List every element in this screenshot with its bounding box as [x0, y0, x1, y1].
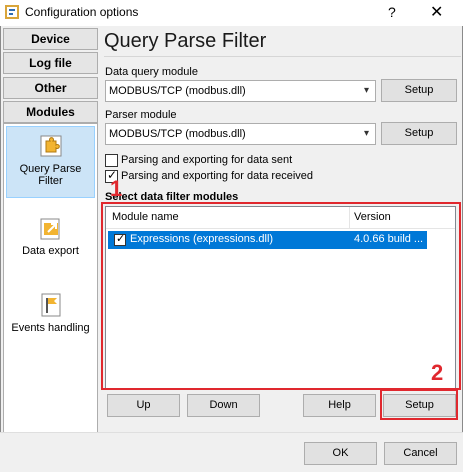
check-data-received-label: Parsing and exporting for data received: [121, 170, 314, 182]
title-divider: [104, 56, 461, 57]
export-icon: [40, 218, 59, 240]
puzzle-icon: [40, 135, 61, 157]
chevron-down-icon: ▾: [363, 85, 369, 96]
data-query-value: MODBUS/TCP (modbus.dll): [109, 85, 246, 97]
annotation-2: 2: [431, 360, 444, 385]
sidebar-item-events-handling[interactable]: Events handling: [6, 292, 95, 352]
category-modules[interactable]: Modules: [3, 101, 98, 123]
module-setup-button[interactable]: Setup: [383, 394, 456, 417]
check-data-sent[interactable]: [105, 154, 118, 167]
category-other[interactable]: Other: [3, 77, 98, 99]
up-button[interactable]: Up: [107, 394, 180, 417]
data-query-select[interactable]: MODBUS/TCP (modbus.dll) ▾: [105, 80, 376, 102]
highlight-box-1: [101, 202, 461, 390]
help-title-button[interactable]: ?: [388, 4, 396, 20]
category-log-file[interactable]: Log file: [3, 52, 98, 74]
page-title: Query Parse Filter: [104, 30, 267, 52]
parser-label: Parser module: [105, 109, 177, 121]
app-icon: [5, 5, 19, 19]
sidebar-item-label: Events handling: [11, 322, 90, 334]
flag-icon: [41, 293, 60, 317]
data-query-setup-button[interactable]: Setup: [381, 79, 457, 102]
window-title: Configuration options: [25, 5, 139, 19]
category-device[interactable]: Device: [3, 28, 98, 50]
sidebar-item-label: Query Parse Filter: [19, 163, 82, 187]
cancel-button[interactable]: Cancel: [384, 442, 457, 465]
close-button[interactable]: ✕: [430, 2, 443, 22]
chevron-down-icon: ▾: [363, 128, 369, 139]
sidebar-item-data-export[interactable]: Data export: [6, 215, 95, 275]
sidebar-item-query-parse-filter[interactable]: Query Parse Filter: [6, 126, 95, 198]
check-data-sent-label: Parsing and exporting for data sent: [121, 154, 293, 166]
ok-button[interactable]: OK: [304, 442, 377, 465]
parser-setup-button[interactable]: Setup: [381, 122, 457, 145]
parser-value: MODBUS/TCP (modbus.dll): [109, 128, 246, 140]
annotation-1: 1: [110, 176, 123, 201]
title-bar: Configuration options ? ✕: [0, 0, 463, 26]
down-button[interactable]: Down: [187, 394, 260, 417]
sidebar-item-label: Data export: [22, 245, 79, 257]
help-button[interactable]: Help: [303, 394, 376, 417]
data-query-label: Data query module: [105, 66, 198, 78]
parser-select[interactable]: MODBUS/TCP (modbus.dll) ▾: [105, 123, 376, 145]
